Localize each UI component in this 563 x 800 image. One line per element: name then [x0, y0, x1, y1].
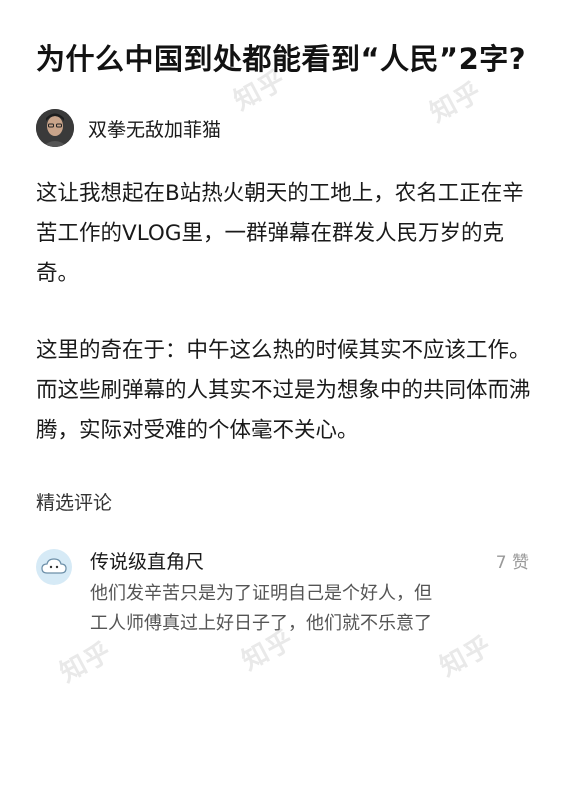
person-avatar-icon[interactable]: [36, 109, 74, 147]
author-name[interactable]: 双拳无敌加菲猫: [88, 115, 221, 142]
answer-page: 为什么中国到处都能看到“人民”2字? 双拳无敌加菲猫 这让我想起在B站热火朝天的…: [0, 0, 563, 639]
answer-paragraph: 这让我想起在B站热火朝天的工地上，农名工正在辛苦工作的VLOG里，一群弹幕在群发…: [36, 181, 524, 286]
featured-comments-label: 精选评论: [36, 492, 113, 514]
comment-header: 传说级直角尺 7 赞: [90, 545, 533, 575]
answer-body: 这让我想起在B站热火朝天的工地上，农名工正在辛苦工作的VLOG里，一群弹幕在群发…: [36, 174, 533, 451]
question-title[interactable]: 为什么中国到处都能看到“人民”2字?: [36, 0, 533, 82]
comment-like-count[interactable]: 7 赞: [496, 548, 529, 573]
comment-text: 他们发辛苦只是为了证明自己是个好人，但工人师傅真过上好日子了，他们就不乐意了: [90, 583, 432, 634]
cloud-avatar-icon[interactable]: [36, 549, 72, 585]
comment-item[interactable]: 传说级直角尺 7 赞 他们发辛苦只是为了证明自己是个好人，但工人师傅真过上好日子…: [36, 545, 533, 639]
author-row[interactable]: 双拳无敌加菲猫: [36, 108, 533, 148]
answer-paragraph: 这里的奇在于：中午这么热的时候其实不应该工作。而这些刷弹幕的人其实不过是为想象中…: [36, 338, 531, 443]
comment-main: 传说级直角尺 7 赞 他们发辛苦只是为了证明自己是个好人，但工人师傅真过上好日子…: [90, 545, 533, 639]
comment-author[interactable]: 传说级直角尺: [90, 547, 204, 574]
watermark: 知乎: [55, 636, 118, 689]
